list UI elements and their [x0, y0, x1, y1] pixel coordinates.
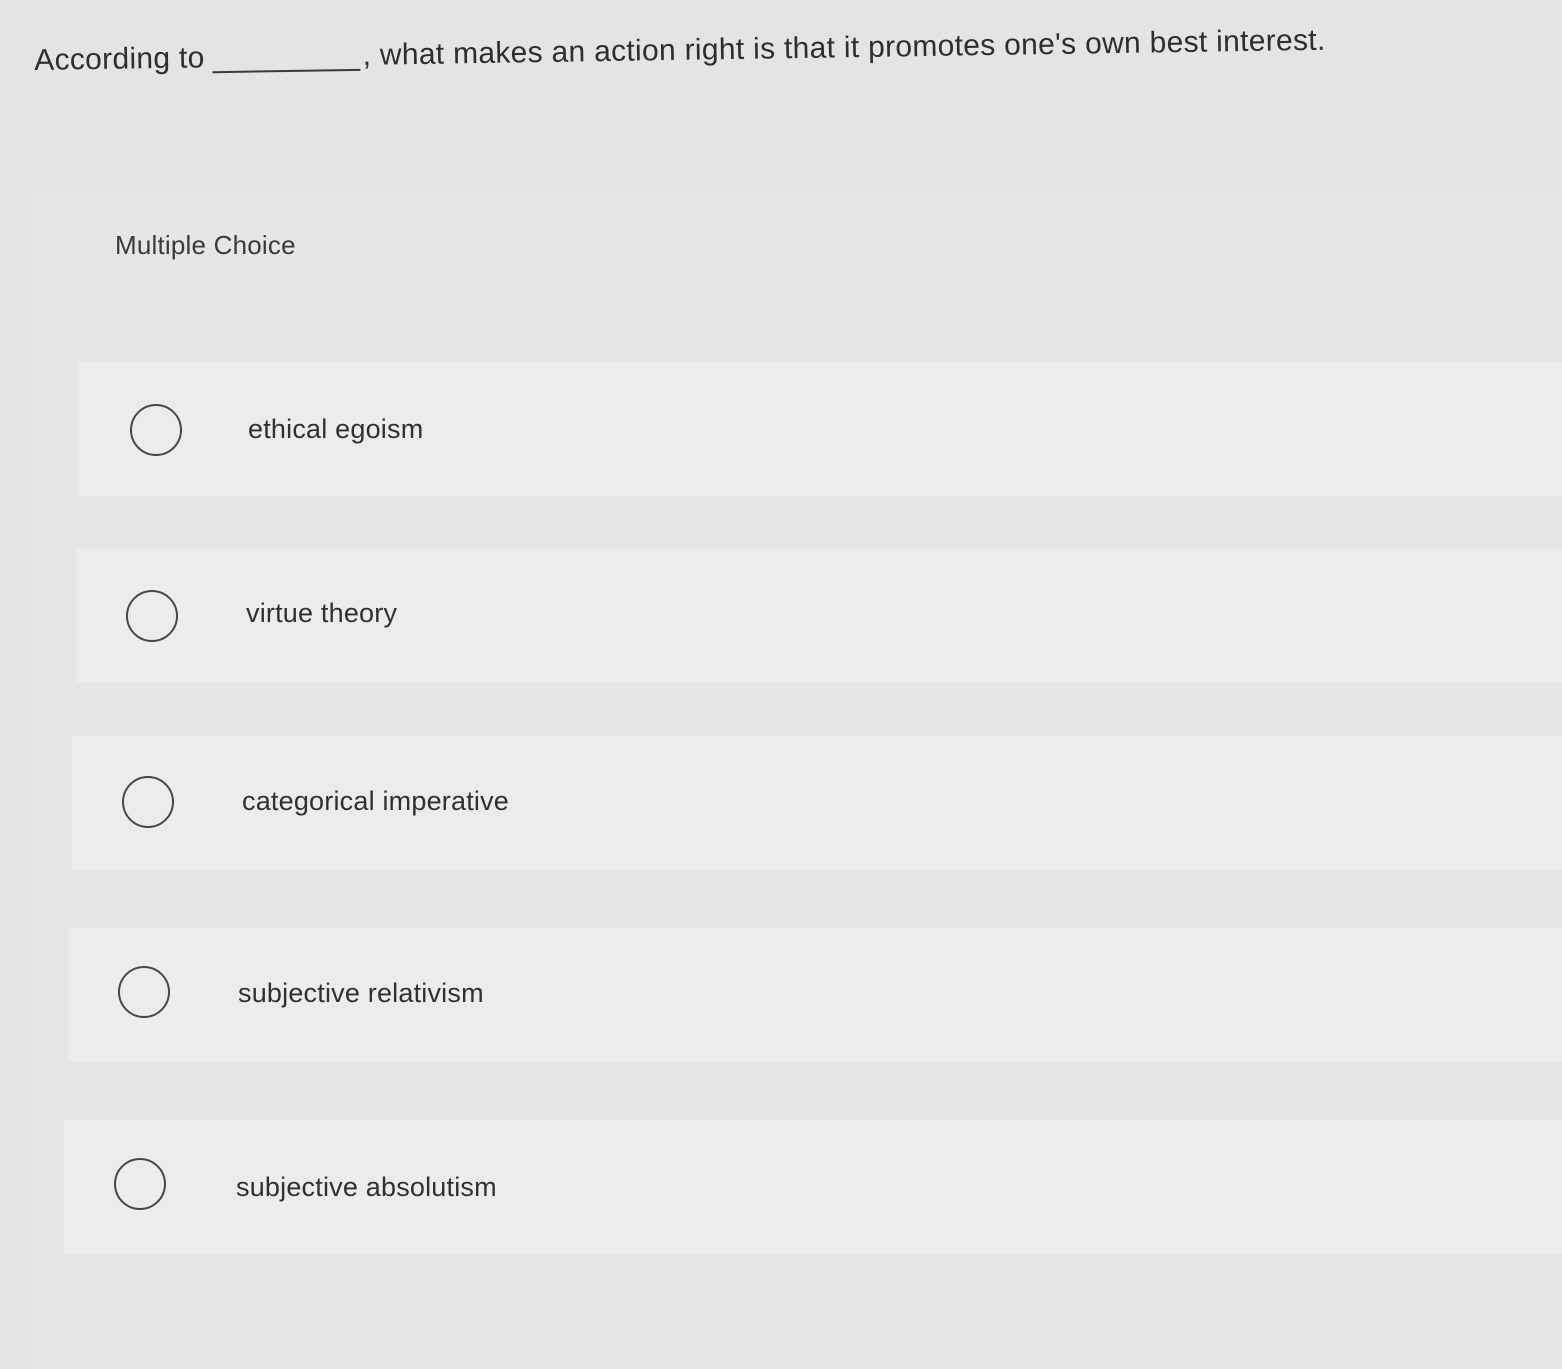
option-label: subjective absolutism	[236, 1172, 497, 1202]
radio-button[interactable]	[122, 776, 174, 828]
option-subjective-relativism[interactable]: subjective relativism	[68, 928, 1562, 1062]
option-ethical-egoism[interactable]: ethical egoism	[78, 362, 1562, 496]
radio-button[interactable]	[126, 590, 178, 642]
option-label: virtue theory	[246, 598, 398, 628]
option-label: categorical imperative	[242, 786, 510, 816]
question-text: According to , what makes an action right…	[34, 24, 1326, 78]
option-label: subjective relativism	[238, 978, 484, 1008]
answer-blank	[212, 60, 361, 74]
question-suffix: , what makes an action right is that it …	[362, 23, 1326, 72]
option-label: ethical egoism	[248, 414, 424, 444]
option-virtue-theory[interactable]: virtue theory	[76, 548, 1562, 682]
question-prefix: According to	[34, 41, 205, 77]
option-categorical-imperative[interactable]: categorical imperative	[72, 736, 1562, 870]
radio-button[interactable]	[130, 404, 182, 456]
radio-button[interactable]	[114, 1158, 166, 1210]
radio-button[interactable]	[118, 966, 170, 1018]
multiple-choice-header: Multiple Choice	[115, 230, 296, 260]
option-subjective-absolutism[interactable]: subjective absolutism	[64, 1120, 1562, 1254]
